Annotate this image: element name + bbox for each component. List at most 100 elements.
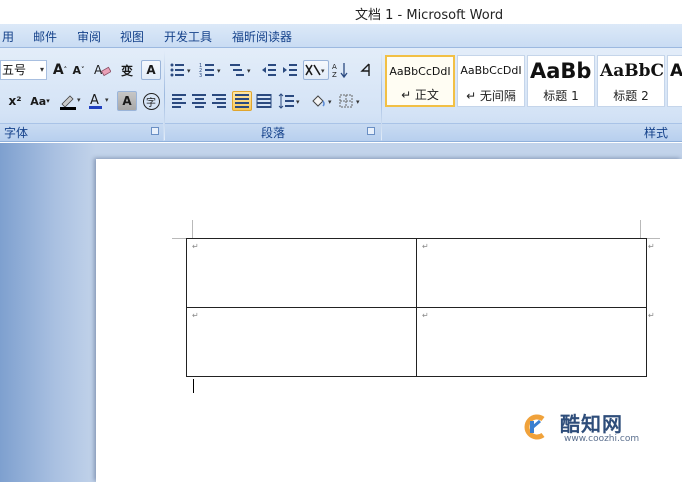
document-table[interactable]: ↵ ↵ ↵ ↵ [186, 238, 647, 377]
tab-mailings[interactable]: 邮件 [33, 28, 57, 45]
align-center-icon [192, 94, 206, 108]
paragraph-group-label: 段落 [165, 123, 381, 141]
bullets-button[interactable]: ▾ [168, 60, 196, 80]
phonetic-guide-button[interactable]: 变 [116, 60, 138, 80]
tab-foxit-reader[interactable]: 福昕阅读器 [232, 28, 292, 45]
bullets-icon: ▾ [170, 63, 191, 77]
paint-bucket-icon: ▾ [312, 95, 332, 107]
decrease-indent-button[interactable] [259, 60, 279, 80]
table-cell[interactable]: ↵ [186, 238, 417, 308]
margin-mark [172, 238, 186, 239]
style-title-partial[interactable]: A [667, 55, 682, 107]
enclose-characters-button[interactable]: 字 [140, 91, 162, 111]
line-spacing-icon: ▾ [278, 93, 300, 109]
shrink-font-button[interactable]: A ˅ [70, 60, 87, 80]
table-cell[interactable]: ↵ [186, 307, 417, 377]
style-heading-1[interactable]: AaBb 标题 1 [527, 55, 595, 107]
tab-view[interactable]: 视图 [120, 28, 144, 45]
table-row: ↵ ↵ [186, 307, 647, 377]
svg-text:▾: ▾ [356, 98, 360, 106]
font-group-label: 字体 [0, 123, 163, 141]
coozhi-logo [520, 410, 554, 444]
end-of-row-mark: ↵ [648, 242, 655, 251]
end-of-row-mark: ↵ [648, 311, 655, 320]
title-bar: 文档 1 - Microsoft Word [0, 0, 682, 24]
distributed-button[interactable] [254, 91, 274, 111]
tab-insert-partial[interactable]: 用 [2, 28, 14, 45]
svg-text:▾: ▾ [321, 67, 325, 75]
multilevel-list-icon: ▾ [230, 64, 251, 76]
font-color-button[interactable]: A ▾ [86, 91, 112, 111]
align-right-icon [212, 94, 226, 108]
show-hide-marks-button[interactable] [355, 60, 375, 80]
change-case-button[interactable]: Aa ▾ [27, 91, 53, 111]
paragraph-mark-icon [360, 63, 370, 76]
character-shading-button[interactable]: A [117, 91, 137, 111]
multilevel-list-button[interactable]: ▾ [228, 60, 256, 80]
svg-text:▾: ▾ [328, 98, 332, 106]
style-no-spacing[interactable]: AaBbCcDdI ↵ 无间隔 [457, 55, 525, 107]
table-cell[interactable]: ↵ [416, 238, 647, 308]
end-of-cell-mark: ↵ [422, 242, 429, 251]
svg-text:▾: ▾ [296, 98, 300, 106]
chevron-down-icon: ▾ [39, 65, 44, 74]
highlighter-icon: ▾ [60, 95, 81, 110]
numbering-button[interactable]: 1 2 3 ▾ [198, 60, 226, 80]
margin-mark [640, 220, 641, 238]
eraser-icon: A [94, 63, 111, 77]
sort-icon: AZ [332, 63, 348, 79]
justify-icon [235, 94, 249, 108]
align-center-button[interactable] [190, 91, 208, 111]
svg-text:A: A [94, 63, 103, 77]
borders-icon: ▾ [339, 94, 360, 108]
sort-button[interactable]: AZ [331, 60, 351, 80]
table-row: ↵ ↵ [186, 238, 647, 308]
font-dialog-launcher[interactable] [151, 127, 159, 135]
shading-button[interactable]: ▾ [309, 91, 337, 111]
justify-button[interactable] [232, 91, 252, 111]
chinese-layout-icon: ▾ [305, 64, 325, 76]
clear-format-button[interactable]: A [91, 60, 113, 80]
distributed-icon [256, 94, 272, 108]
table-cell[interactable]: ↵ [416, 307, 647, 377]
font-size-select[interactable]: 五号 ▾ [0, 60, 47, 80]
chinese-layout-button[interactable]: ▾ [303, 60, 329, 80]
svg-text:A: A [90, 93, 99, 108]
styles-group-label: 样式 [382, 123, 682, 141]
end-of-cell-mark: ↵ [422, 311, 429, 320]
site-watermark: 酷知网 www.coozhi.com [512, 402, 662, 452]
svg-text:▾: ▾ [247, 67, 251, 75]
end-of-cell-mark: ↵ [192, 311, 199, 320]
tab-review[interactable]: 审阅 [77, 28, 101, 45]
text-cursor [193, 379, 194, 393]
superscript-button[interactable]: x² [6, 91, 24, 111]
character-border-button[interactable]: A [141, 60, 161, 80]
svg-text:A: A [332, 63, 337, 71]
align-right-button[interactable] [210, 91, 228, 111]
line-spacing-button[interactable]: ▾ [277, 91, 305, 111]
highlight-color-button[interactable]: ▾ [57, 91, 83, 111]
font-color-icon: A ▾ [89, 93, 109, 109]
indent-icon [283, 64, 297, 76]
watermark-brand: 酷知网 [560, 412, 623, 436]
align-left-button[interactable] [170, 91, 188, 111]
borders-button[interactable]: ▾ [338, 91, 366, 111]
ribbon: 五号 ▾ A ˄ A ˅ A 变 A x² Aa ▾ ▾ A ▾ A 字 字体 ▾ 123… [0, 48, 682, 142]
svg-text:3: 3 [199, 73, 202, 78]
style-heading-2[interactable]: AaBbC 标题 2 [597, 55, 665, 107]
style-normal[interactable]: AaBbCcDdI ↵ 正文 [385, 55, 455, 107]
grow-font-button[interactable]: A ˄ [51, 60, 69, 80]
svg-text:▾: ▾ [105, 96, 109, 104]
align-left-icon [172, 94, 186, 108]
tab-developer[interactable]: 开发工具 [164, 28, 212, 45]
svg-text:▾: ▾ [77, 96, 81, 104]
svg-text:Z: Z [332, 71, 337, 79]
watermark-url: www.coozhi.com [564, 434, 640, 444]
end-of-cell-mark: ↵ [192, 242, 199, 251]
svg-text:▾: ▾ [217, 67, 221, 75]
window-title: 文档 1 - Microsoft Word [355, 8, 504, 23]
margin-mark [646, 238, 660, 239]
ribbon-tabs: 用 邮件 审阅 视图 开发工具 福昕阅读器 [0, 24, 682, 48]
paragraph-dialog-launcher[interactable] [367, 127, 375, 135]
increase-indent-button[interactable] [280, 60, 300, 80]
